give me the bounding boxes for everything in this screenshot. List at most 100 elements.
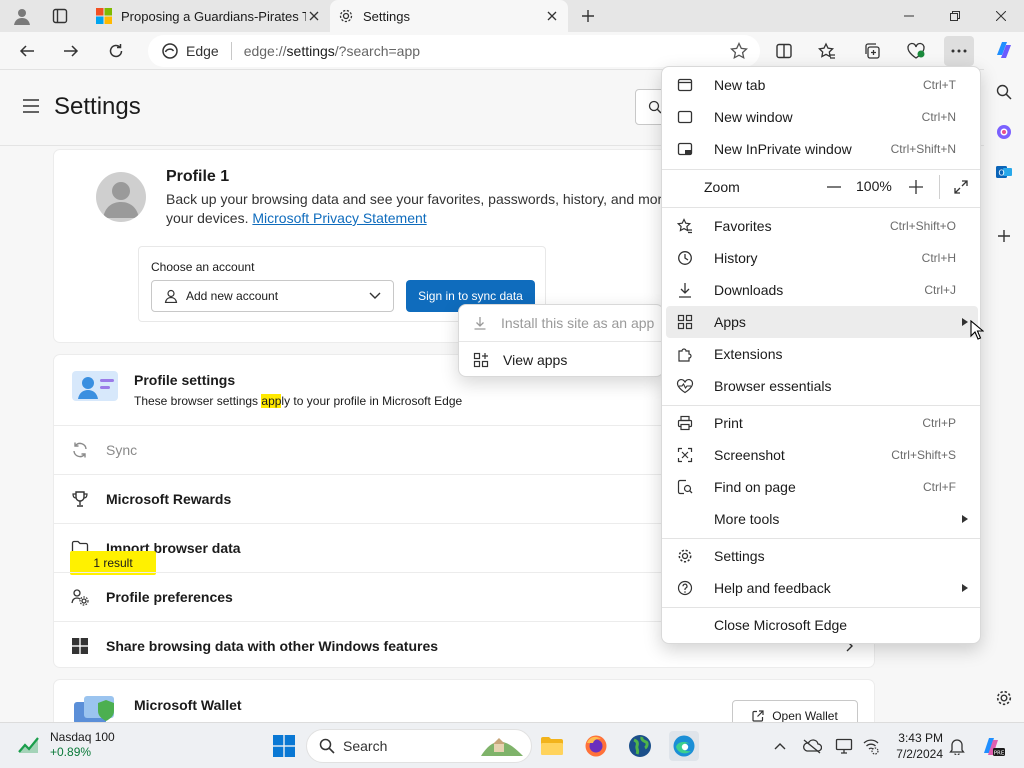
zoom-out-button[interactable]	[824, 177, 844, 197]
clock-time: 3:43 PM	[898, 731, 943, 745]
install-site-as-app-item[interactable]: Install this site as an app	[463, 308, 659, 338]
zoom-in-button[interactable]	[906, 177, 926, 197]
outlook-icon[interactable]: O	[990, 158, 1018, 186]
menu-history[interactable]: History Ctrl+H	[666, 242, 978, 274]
display-icon[interactable]	[833, 735, 855, 757]
search-icon[interactable]	[990, 78, 1018, 106]
copilot-preview-icon[interactable]: PRE	[980, 735, 1006, 757]
download-icon	[676, 281, 694, 299]
choose-account-label: Choose an account	[151, 260, 255, 274]
refresh-button[interactable]	[101, 36, 131, 66]
wallet-title: Microsoft Wallet	[134, 697, 242, 713]
back-button[interactable]	[12, 36, 42, 66]
menu-extensions[interactable]: Extensions	[666, 338, 978, 370]
edge-taskbar-icon[interactable]	[669, 731, 699, 761]
tab-guardians-pirates[interactable]: Proposing a Guardians-Pirates Tr	[88, 0, 330, 32]
tab-actions-icon[interactable]	[46, 4, 74, 28]
fullscreen-icon[interactable]	[951, 177, 971, 197]
chevron-up-icon[interactable]	[769, 735, 791, 757]
edge-sidebar: O	[984, 32, 1024, 722]
add-sidebar-app-icon[interactable]	[990, 222, 1018, 250]
menu-screenshot[interactable]: Screenshot Ctrl+Shift+S	[666, 439, 978, 471]
close-window-button[interactable]	[978, 0, 1024, 32]
menu-close-edge[interactable]: Close Microsoft Edge	[666, 609, 978, 641]
close-tab-icon[interactable]	[544, 8, 560, 24]
settings-row-label: Profile preferences	[106, 589, 233, 605]
close-tab-icon[interactable]	[306, 8, 322, 24]
minimize-button[interactable]	[886, 0, 932, 32]
view-apps-item[interactable]: View apps	[463, 345, 659, 375]
mouse-cursor-icon	[970, 320, 984, 340]
menu-hamburger-icon[interactable]	[22, 99, 40, 113]
cloud-sync-icon[interactable]	[801, 735, 823, 757]
menu-new-tab[interactable]: New tab Ctrl+T	[666, 69, 978, 101]
notification-bell-icon[interactable]	[946, 735, 968, 757]
microsoft-365-icon[interactable]	[990, 118, 1018, 146]
privacy-statement-link[interactable]: Microsoft Privacy Statement	[252, 210, 426, 226]
network-settings-icon[interactable]	[860, 735, 882, 757]
menu-settings[interactable]: Settings	[666, 540, 978, 572]
svg-text:O: O	[998, 169, 1004, 178]
firefox-icon[interactable]	[581, 731, 611, 761]
menu-item-label: Install this site as an app	[501, 315, 655, 331]
favorite-star-icon[interactable]	[730, 42, 748, 60]
avatar	[96, 172, 146, 222]
sync-icon	[70, 440, 90, 460]
open-wallet-button[interactable]: Open Wallet	[732, 700, 858, 722]
account-dropdown[interactable]: Add new account	[151, 280, 394, 312]
menu-favorites[interactable]: Favorites Ctrl+Shift+O	[666, 210, 978, 242]
zoom-value: 100%	[856, 178, 892, 194]
new-window-icon	[676, 108, 694, 126]
system-clock[interactable]: 3:43 PM 7/2/2024	[893, 730, 943, 762]
menu-apps[interactable]: Apps	[666, 306, 978, 338]
gear-icon	[338, 8, 354, 24]
sidebar-settings-icon[interactable]	[990, 684, 1018, 712]
search-icon	[319, 738, 335, 754]
profile-icon[interactable]	[8, 4, 36, 28]
account-select-value: Add new account	[186, 289, 279, 303]
browser-essentials-icon[interactable]	[901, 36, 931, 66]
forward-button[interactable]	[56, 36, 86, 66]
menu-new-window[interactable]: New window Ctrl+N	[666, 101, 978, 133]
stock-name: Nasdaq 100	[50, 730, 115, 744]
split-screen-icon[interactable]	[769, 36, 799, 66]
menu-divider	[662, 405, 980, 406]
new-tab-button[interactable]	[574, 4, 602, 28]
tab-title: Settings	[363, 8, 410, 24]
copilot-icon[interactable]	[990, 36, 1018, 64]
chevron-down-icon	[369, 292, 381, 300]
menu-browser-essentials[interactable]: Browser essentials	[666, 370, 978, 402]
screenshot-icon	[676, 446, 694, 464]
profile-settings-illustration-icon	[70, 369, 120, 403]
more-options-button[interactable]	[944, 36, 974, 66]
profile-name: Profile 1	[166, 168, 230, 185]
globe-app-icon[interactable]	[625, 731, 655, 761]
menu-more-tools[interactable]: More tools	[666, 503, 978, 535]
submenu-divider	[459, 341, 663, 342]
menu-help-feedback[interactable]: Help and feedback	[666, 572, 978, 604]
menu-print[interactable]: Print Ctrl+P	[666, 407, 978, 439]
stock-chart-icon	[18, 736, 40, 754]
file-explorer-icon[interactable]	[537, 731, 567, 761]
tab-settings[interactable]: Settings	[330, 0, 568, 32]
menu-downloads[interactable]: Downloads Ctrl+J	[666, 274, 978, 306]
zoom-label: Zoom	[704, 179, 740, 195]
history-icon	[676, 249, 694, 267]
settings-and-more-menu: New tab Ctrl+T New window Ctrl+N New InPri…	[661, 66, 981, 644]
collections-icon[interactable]	[857, 36, 887, 66]
menu-divider	[662, 169, 980, 170]
menu-new-inprivate[interactable]: New InPrivate window Ctrl+Shift+N	[666, 133, 978, 165]
taskbar-search-box[interactable]: Search	[306, 729, 532, 763]
favorites-icon[interactable]	[812, 36, 842, 66]
address-divider	[230, 42, 232, 60]
start-button[interactable]	[269, 731, 299, 761]
restore-button[interactable]	[932, 0, 978, 32]
stock-widget[interactable]: Nasdaq 100 +0.89%	[18, 730, 115, 760]
taskbar-search-label: Search	[343, 738, 388, 754]
menu-item-label: View apps	[503, 352, 568, 368]
address-bar[interactable]: Edge edge://settings/?search=app	[148, 35, 760, 67]
heart-pulse-icon	[676, 377, 694, 395]
search-highlight-icon	[479, 734, 525, 758]
menu-find-on-page[interactable]: Find on page Ctrl+F	[666, 471, 978, 503]
menu-zoom-row: Zoom 100%	[666, 171, 978, 203]
